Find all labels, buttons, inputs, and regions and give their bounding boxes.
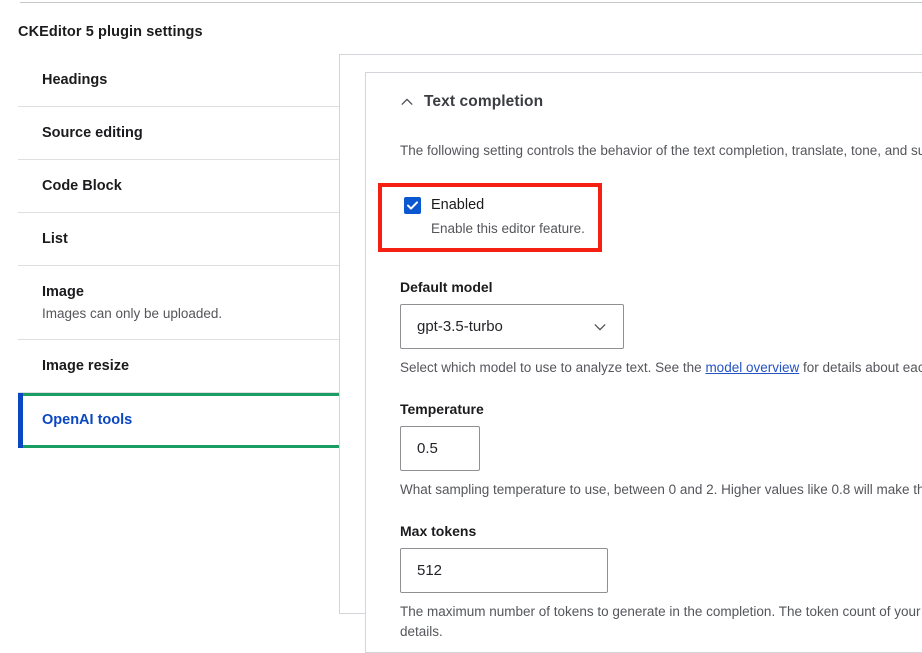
sidebar-item-code-block[interactable]: Code Block [18, 160, 340, 213]
top-divider [20, 2, 922, 3]
detail-panel-outer: Text completion The following setting co… [339, 54, 922, 653]
checkmark-icon [407, 200, 418, 210]
enabled-checkbox[interactable] [404, 196, 421, 214]
temperature-input[interactable]: 0.5 [400, 426, 480, 471]
temperature-label: Temperature [400, 401, 484, 417]
sidebar-item-headings[interactable]: Headings [18, 55, 340, 107]
sidebar-item-openai-tools[interactable]: OpenAI tools [18, 393, 340, 448]
temperature-description: What sampling temperature to use, betwee… [400, 482, 922, 497]
sidebar-item-label: Source editing [42, 125, 143, 141]
default-model-value: gpt-3.5-turbo [417, 318, 503, 335]
max-tokens-input[interactable]: 512 [400, 548, 608, 593]
enabled-checkbox-row[interactable]: Enabled [404, 196, 588, 214]
sidebar-item-image-resize[interactable]: Image resize [18, 340, 340, 393]
default-model-desc-after: for details about each [799, 360, 922, 375]
sidebar-item-label: Image [42, 284, 84, 300]
sidebar-item-image[interactable]: Image Images can only be uploaded. [18, 266, 340, 340]
sidebar-item-list[interactable]: List [18, 213, 340, 266]
default-model-desc-before: Select which model to use to analyze tex… [400, 360, 706, 375]
chevron-up-icon [401, 98, 413, 105]
enabled-label: Enabled [431, 197, 485, 213]
max-tokens-label: Max tokens [400, 523, 477, 539]
sidebar-item-label: Headings [42, 72, 108, 88]
default-model-field: Default model gpt-3.5-turbo Select which… [400, 278, 922, 378]
temperature-field: Temperature 0.5 What sampling temperatur… [400, 400, 922, 500]
max-tokens-description: The maximum number of tokens to generate… [400, 604, 922, 639]
default-model-select[interactable]: gpt-3.5-turbo [400, 304, 624, 349]
enabled-highlight-box: Enabled Enable this editor feature. [378, 183, 602, 252]
max-tokens-field: Max tokens 512 The maximum number of tok… [400, 522, 922, 642]
enabled-description: Enable this editor feature. [431, 221, 585, 236]
sidebar-item-label: Image resize [42, 358, 130, 374]
sidebar-item-description: Images can only be uploaded. [42, 306, 223, 321]
sidebar-item-label: OpenAI tools [42, 412, 133, 428]
section-title: Text completion [424, 93, 544, 110]
default-model-description: Select which model to use to analyze tex… [400, 358, 922, 378]
default-model-select-wrap: gpt-3.5-turbo [400, 304, 624, 349]
max-tokens-value: 512 [417, 562, 443, 579]
plugin-settings-list: Headings Source editing Code Block List … [18, 55, 340, 448]
sidebar-item-label: List [42, 231, 68, 247]
page-title: CKEditor 5 plugin settings [18, 24, 203, 40]
default-model-label: Default model [400, 279, 493, 295]
model-overview-link[interactable]: model overview [705, 360, 799, 375]
sidebar-item-label: Code Block [42, 178, 122, 194]
temperature-value: 0.5 [417, 440, 438, 457]
sidebar-item-source-editing[interactable]: Source editing [18, 107, 340, 160]
detail-panel-card: Text completion The following setting co… [365, 72, 922, 653]
section-intro-text: The following setting controls the behav… [400, 143, 922, 158]
section-header-text-completion[interactable]: Text completion [400, 93, 918, 111]
